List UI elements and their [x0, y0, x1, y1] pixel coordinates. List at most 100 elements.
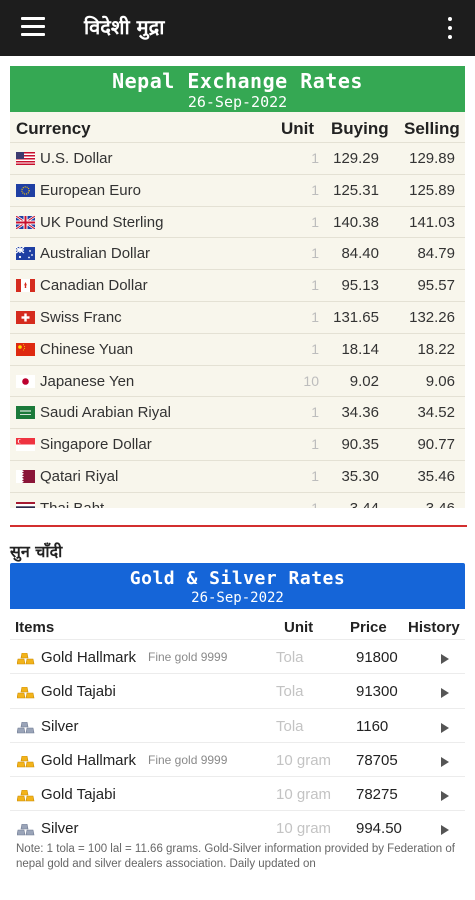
metal-unit: Tola: [276, 717, 304, 735]
play-arrow-icon[interactable]: [441, 688, 449, 699]
metal-name: Silver: [41, 820, 79, 838]
silver-bars-icon: [17, 721, 35, 733]
currency-row[interactable]: Japanese Yen 10 9.02 9.06: [10, 364, 465, 397]
currency-buying: 84.40: [341, 245, 379, 263]
metal-unit: 10 gram: [276, 786, 332, 804]
currency-buying: 34.36: [341, 404, 379, 422]
gold-bars-icon: [17, 653, 35, 665]
currency-unit: 1: [311, 340, 319, 357]
currency-selling: 129.89: [409, 150, 455, 167]
currency-unit: 1: [311, 467, 319, 484]
metal-name: Gold Hallmark: [41, 649, 137, 666]
gold-silver-title: Gold & Silver Rates: [129, 568, 346, 589]
currency-selling: 18.22: [417, 340, 455, 358]
play-arrow-icon[interactable]: [441, 825, 449, 836]
gold-silver-date: 26-Sep-2022: [191, 590, 284, 606]
metal-rate-row[interactable]: Silver 10 gram 994.50: [10, 810, 465, 844]
gold-bars-icon: [17, 755, 35, 768]
section-divider: [10, 525, 467, 527]
metal-price: 91800: [356, 649, 398, 666]
currency-row[interactable]: UK Pound Sterling 1 140.38 141.03: [10, 205, 465, 238]
currency-buying: 140.38: [333, 213, 379, 231]
gold-table-header: Items Unit Price History: [10, 609, 465, 639]
currency-row[interactable]: Thai Baht 1 3.44 3.46: [10, 491, 465, 508]
more-vertical-icon[interactable]: [440, 15, 460, 41]
play-arrow-icon[interactable]: [441, 791, 449, 802]
currency-name: Swiss Franc: [40, 308, 122, 326]
currency-unit: 1: [311, 308, 319, 325]
currency-buying: 35.30: [341, 467, 379, 485]
metal-note: Fine gold 9999: [148, 650, 228, 664]
currency-row[interactable]: European Euro 1 125.31 125.89: [10, 173, 465, 206]
currency-row[interactable]: Australian Dollar 1 84.40 84.79: [10, 237, 465, 269]
currency-unit: 1: [311, 181, 319, 198]
currency-buying: 95.13: [341, 277, 379, 295]
currency-buying: 131.65: [333, 308, 379, 326]
currency-name: Thai Baht: [40, 500, 104, 508]
currency-name: Qatari Riyal: [40, 467, 119, 485]
metal-rate-row[interactable]: Gold Hallmark Fine gold 9999 Tola 91800: [10, 639, 465, 673]
currency-selling: 132.26: [409, 308, 455, 326]
metal-note: Fine gold 9999: [148, 752, 228, 767]
currency-selling: 35.46: [417, 467, 455, 485]
currency-buying: 3.44: [350, 500, 379, 508]
currency-unit: 1: [311, 213, 319, 230]
currency-selling: 125.89: [409, 181, 455, 199]
metal-name: Gold Tajabi: [41, 786, 116, 804]
currency-row[interactable]: Qatari Riyal 1 35.30 35.46: [10, 459, 465, 492]
currency-name: Japanese Yen: [40, 372, 135, 390]
gold-footnote: Note: 1 tola = 100 lal = 11.66 grams. Go…: [16, 843, 455, 870]
column-unit: Unit: [284, 619, 314, 636]
currency-name: U.S. Dollar: [40, 150, 113, 167]
metal-price: 78705: [356, 751, 398, 769]
th-flag-icon: [16, 501, 35, 508]
currency-name: Canadian Dollar: [40, 277, 148, 295]
metal-rate-row[interactable]: Gold Tajabi 10 gram 78275: [10, 776, 465, 810]
currency-row[interactable]: Swiss Franc 1 131.65 132.26: [10, 300, 465, 333]
play-arrow-icon[interactable]: [441, 654, 449, 664]
metal-rate-row[interactable]: Gold Tajabi Tola 91300: [10, 673, 465, 707]
exchange-table-body: U.S. Dollar 1 129.29 129.89 European Euro 1 12…: [10, 142, 465, 508]
currency-row[interactable]: U.S. Dollar 1 129.29 129.89: [10, 142, 465, 174]
currency-selling: 95.57: [417, 277, 455, 295]
us-flag-icon: [16, 152, 35, 165]
currency-unit: 1: [311, 277, 319, 294]
gold-silver-card: Gold & Silver Rates 26-Sep-2022 Items Un…: [10, 563, 465, 863]
column-currency: Currency: [16, 119, 91, 138]
currency-name: UK Pound Sterling: [40, 213, 164, 231]
exchange-rates-header: Nepal Exchange Rates 26-Sep-2022: [10, 66, 465, 112]
currency-selling: 141.03: [409, 213, 455, 231]
gold-bars-icon: [17, 687, 35, 699]
currency-name: European Euro: [40, 181, 141, 199]
gold-section-label: सुन चाँदी: [10, 542, 63, 561]
column-price: Price: [350, 619, 387, 636]
metal-name: Silver: [41, 717, 79, 735]
metal-rate-row[interactable]: Gold Hallmark Fine gold 9999 10 gram 78705: [10, 741, 465, 776]
metal-price: 91300: [356, 683, 398, 701]
gold-bars-icon: [17, 790, 35, 802]
play-arrow-icon[interactable]: [441, 722, 449, 733]
column-buying: Buying: [331, 119, 389, 138]
app-bar: विदेशी मुद्रा: [0, 0, 475, 56]
silver-bars-icon: [17, 824, 35, 836]
currency-row[interactable]: Saudi Arabian Riyal 1 34.36 34.52: [10, 396, 465, 428]
currency-unit: 1: [311, 245, 319, 262]
play-arrow-icon[interactable]: [441, 756, 449, 767]
currency-row[interactable]: Canadian Dollar 1 95.13 95.57: [10, 269, 465, 301]
app-title: विदेशी मुद्रा: [84, 15, 165, 39]
currency-selling: 9.06: [425, 372, 455, 390]
exchange-table-header: Currency Unit Buying Selling: [10, 112, 465, 142]
ch-flag-icon: [16, 310, 35, 324]
ca-flag-icon: [16, 279, 35, 293]
metal-rate-row[interactable]: Silver Tola 1160: [10, 707, 465, 742]
currency-row[interactable]: Singapore Dollar 1 90.35 90.77: [10, 428, 465, 460]
sa-flag-icon: [16, 406, 35, 420]
metal-price: 994.50: [356, 820, 402, 838]
exchange-rates-title: Nepal Exchange Rates: [112, 69, 363, 93]
currency-name: Saudi Arabian Riyal: [40, 404, 171, 422]
currency-row[interactable]: Chinese Yuan 1 18.14 18.22: [10, 332, 465, 365]
metal-price: 1160: [356, 717, 389, 735]
currency-buying: 9.02: [349, 372, 379, 390]
currency-selling: 34.52: [417, 404, 455, 422]
hamburger-menu-icon[interactable]: [21, 17, 45, 37]
